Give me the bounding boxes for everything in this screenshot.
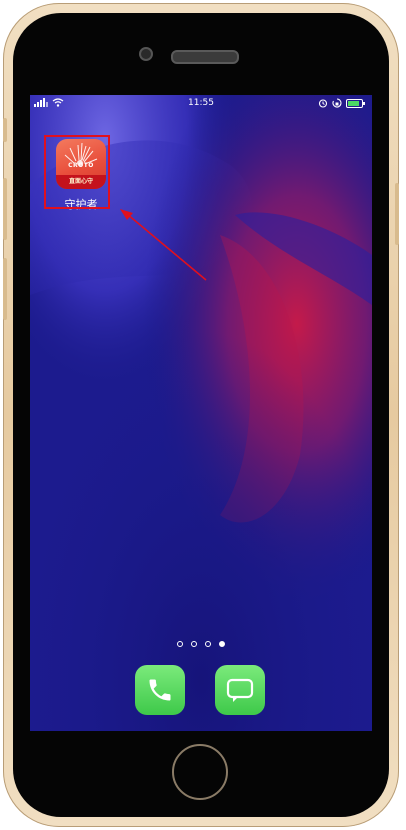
- highlight-box: [44, 135, 110, 209]
- page-dot[interactable]: [205, 641, 211, 647]
- home-screen: 11:55 CROTO 直面心守 守护者: [30, 95, 372, 731]
- page-indicator: [30, 641, 372, 647]
- page-dot[interactable]: [191, 641, 197, 647]
- page-dot-active[interactable]: [219, 641, 225, 647]
- volume-up-button: [3, 178, 7, 240]
- messages-app-icon[interactable]: [215, 665, 265, 715]
- rotation-lock-icon: [332, 98, 342, 108]
- alarm-icon: [318, 99, 328, 108]
- volume-down-button: [3, 258, 7, 320]
- status-right-icons: [318, 98, 366, 108]
- power-button: [395, 183, 399, 245]
- mute-switch: [3, 118, 7, 142]
- status-bar: 11:55: [30, 95, 372, 113]
- battery-icon: [346, 98, 365, 108]
- phone-icon: [149, 679, 171, 701]
- phone-app-icon[interactable]: [135, 665, 185, 715]
- phone-mockup: 11:55 CROTO 直面心守 守护者: [0, 0, 406, 830]
- home-button[interactable]: [172, 744, 228, 800]
- earpiece-speaker: [171, 50, 239, 64]
- front-camera: [139, 47, 153, 61]
- page-dot[interactable]: [177, 641, 183, 647]
- message-icon: [226, 678, 254, 702]
